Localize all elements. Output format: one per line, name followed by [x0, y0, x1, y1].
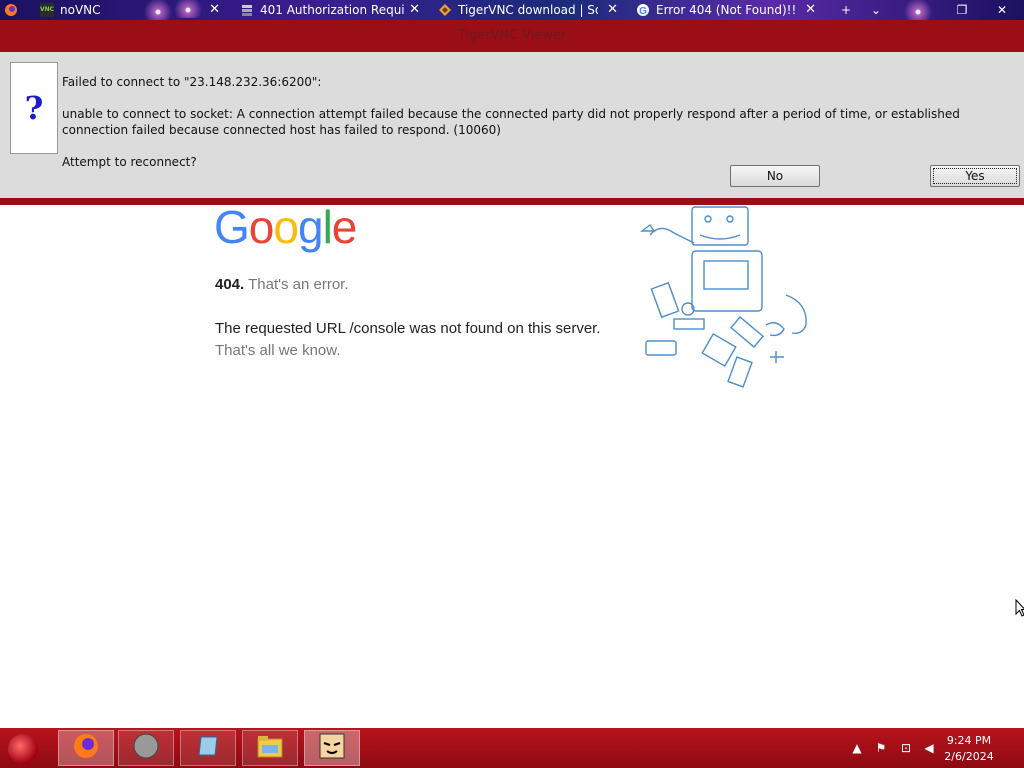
- taskbar: [0, 728, 1024, 768]
- close-icon[interactable]: ✕: [805, 1, 816, 19]
- tab-label: Error 404 (Not Found)!!1: [656, 3, 796, 17]
- clock-date[interactable]: 2/6/2024: [934, 750, 1004, 763]
- logo-letter: g: [297, 201, 324, 253]
- logo-letter: o: [273, 201, 299, 253]
- clock-time[interactable]: 9:24 PM: [934, 734, 1004, 747]
- firefox-icon: [4, 3, 18, 17]
- show-hidden-icons-icon[interactable]: ▲: [850, 741, 864, 755]
- close-icon[interactable]: ✕: [209, 1, 220, 19]
- start-button[interactable]: [8, 734, 38, 764]
- question-icon: ?: [10, 62, 58, 154]
- logo-letter: o: [248, 201, 275, 253]
- broken-robot-illustration: [639, 206, 807, 388]
- dialog-bottom-border: [0, 198, 1024, 205]
- tab-list-button[interactable]: ⌄: [862, 0, 890, 20]
- dialog-question: Attempt to reconnect?: [62, 155, 197, 169]
- error-title: That's an error.: [248, 276, 349, 293]
- google-icon: G: [636, 3, 650, 17]
- logo-letter: G: [214, 201, 250, 253]
- error-code: 404.: [215, 276, 245, 293]
- taskbar-app-explorer[interactable]: [242, 730, 298, 766]
- close-window-button[interactable]: ✕: [988, 0, 1016, 20]
- taskbar-app-firefox[interactable]: [58, 730, 114, 766]
- tab-novnc[interactable]: VNC noVNC ✕: [40, 0, 224, 20]
- no-button[interactable]: No: [730, 165, 820, 187]
- tab-error-404[interactable]: G Error 404 (Not Found)!!1 ✕: [636, 0, 820, 20]
- dialog-message-detail: unable to connect to socket: A connectio…: [62, 107, 960, 137]
- google-logo: Google: [214, 200, 358, 254]
- tab-firefox[interactable]: [4, 0, 30, 20]
- taskbar-app-safari[interactable]: [118, 730, 174, 766]
- network-icon[interactable]: ⊡: [899, 741, 913, 755]
- safari-icon: [133, 733, 159, 763]
- error-heading: 404. That's an error.: [215, 276, 349, 293]
- svg-text:G: G: [639, 6, 647, 17]
- browser-tab-strip: VNC noVNC ✕ 401 Authorization Required ✕…: [0, 0, 1024, 20]
- tigervnc-icon: [319, 733, 345, 763]
- fireworks-decoration: [900, 0, 936, 20]
- logo-letter: l: [322, 201, 333, 253]
- taskbar-app-tigervnc[interactable]: [304, 730, 360, 766]
- new-tab-button[interactable]: +: [832, 0, 860, 20]
- tab-label: noVNC: [60, 3, 101, 17]
- notepad-icon: [195, 733, 221, 763]
- close-icon[interactable]: ✕: [409, 1, 420, 19]
- vnc-icon: VNC: [40, 3, 54, 17]
- tigervnc-dialog: ? Failed to connect to "23.148.232.36:62…: [0, 52, 1024, 198]
- restore-window-button[interactable]: ❐: [948, 0, 976, 20]
- tab-label: TigerVNC download | Sou: [458, 3, 598, 17]
- dialog-message-title: Failed to connect to "23.148.232.36:6200…: [62, 75, 322, 89]
- close-icon[interactable]: ✕: [607, 1, 618, 19]
- taskbar-app-notepad[interactable]: [180, 730, 236, 766]
- tab-401-authorization[interactable]: 401 Authorization Required ✕: [240, 0, 424, 20]
- mouse-cursor-icon: [1015, 599, 1024, 617]
- action-center-flag-icon[interactable]: ⚑: [874, 741, 888, 755]
- explorer-icon: [256, 733, 284, 763]
- tigervnc-icon: [438, 3, 452, 17]
- error-message: The requested URL /console was not found…: [215, 320, 601, 337]
- firefox-icon: [73, 733, 99, 763]
- stack-icon: [240, 3, 254, 17]
- logo-letter: e: [331, 201, 358, 253]
- tab-tigervnc-download[interactable]: TigerVNC download | Sou ✕: [438, 0, 622, 20]
- yes-button[interactable]: Yes: [930, 165, 1020, 187]
- dialog-titlebar[interactable]: TigerVNC Viewer: [0, 20, 1024, 52]
- error-footer: That's all we know.: [215, 342, 341, 359]
- tab-label: 401 Authorization Required: [260, 3, 404, 17]
